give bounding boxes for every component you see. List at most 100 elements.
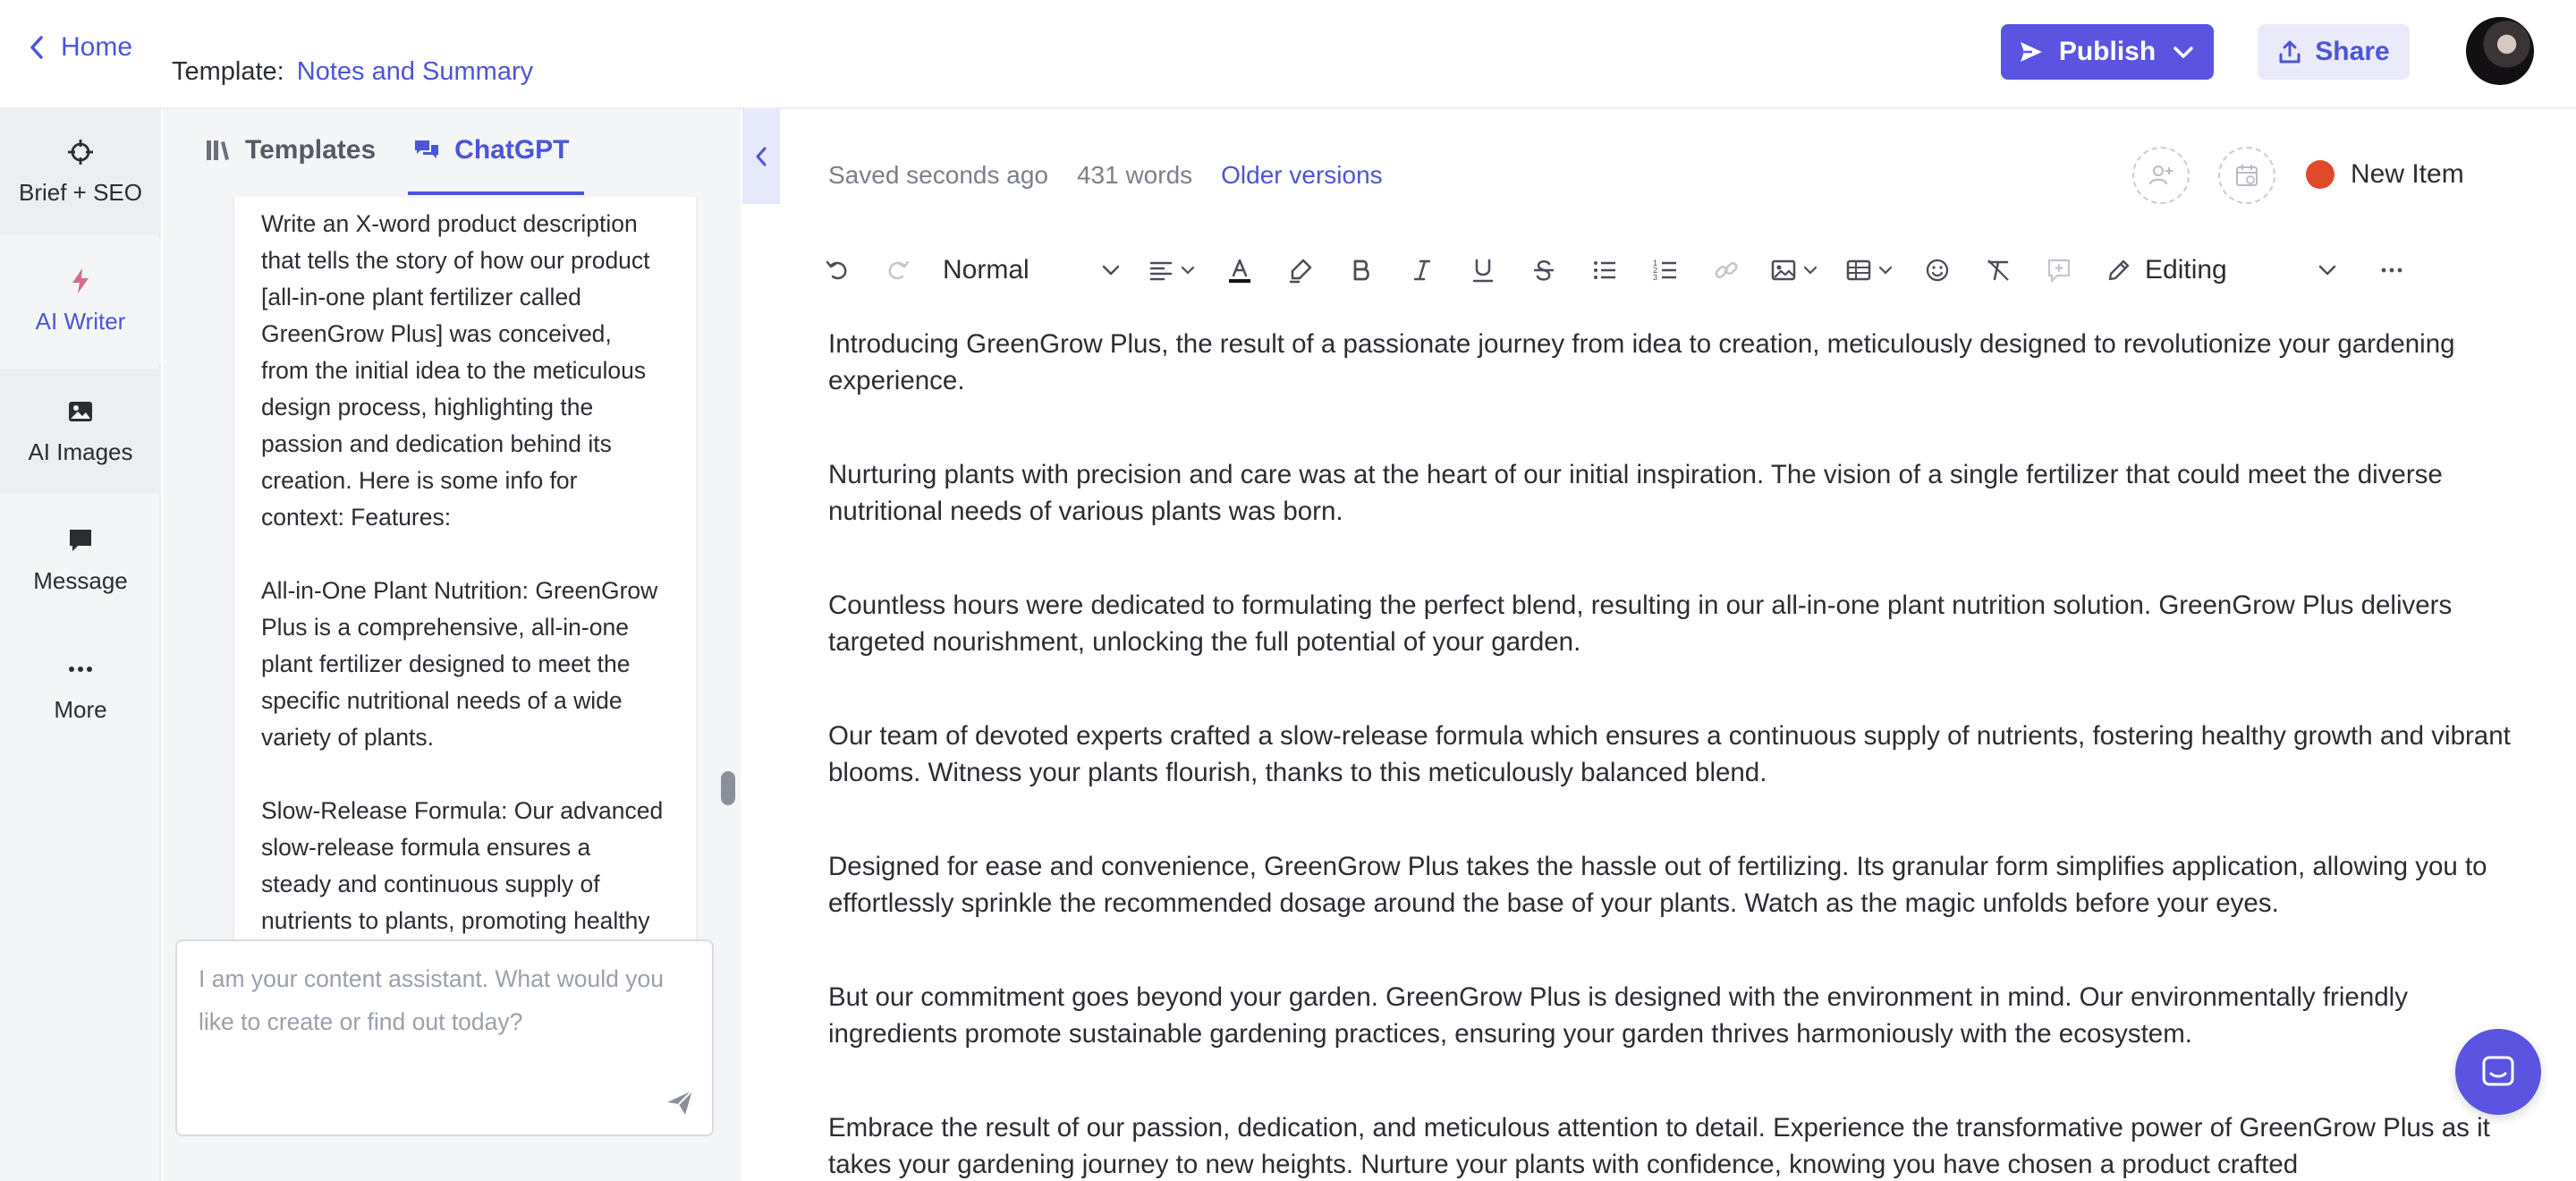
chevron-down-icon bbox=[1803, 266, 1818, 275]
document-body[interactable]: Introducing GreenGrow Plus, the result o… bbox=[828, 326, 2519, 1181]
share-label: Share bbox=[2315, 37, 2390, 66]
italic-button[interactable] bbox=[1392, 245, 1453, 295]
doc-paragraph: Countless hours were dedicated to formul… bbox=[828, 590, 2453, 657]
link-button[interactable] bbox=[1696, 245, 1757, 295]
doc-paragraph: Nurturing plants with precision and care… bbox=[828, 460, 2443, 526]
chevron-down-icon bbox=[1102, 265, 1120, 276]
insert-table-button[interactable] bbox=[1832, 245, 1907, 295]
highlight-button[interactable] bbox=[1270, 245, 1331, 295]
comment-button[interactable] bbox=[2029, 245, 2089, 295]
add-user-icon bbox=[2149, 166, 2173, 185]
new-item-button[interactable]: New Item bbox=[2306, 159, 2464, 190]
smiley-icon bbox=[1926, 259, 1949, 282]
undo-button[interactable] bbox=[807, 245, 868, 295]
home-label: Home bbox=[61, 32, 133, 62]
upload-icon bbox=[2279, 40, 2301, 64]
new-item-label: New Item bbox=[2351, 159, 2464, 189]
rail-item-label: AI Writer bbox=[35, 307, 126, 335]
send-icon[interactable] bbox=[664, 1086, 696, 1118]
align-button[interactable] bbox=[1134, 245, 1209, 295]
doc-paragraph: But our commitment goes beyond your gard… bbox=[828, 982, 2408, 1049]
undo-icon bbox=[826, 260, 847, 280]
underline-icon bbox=[1472, 259, 1494, 283]
redo-button[interactable] bbox=[868, 245, 928, 295]
link-icon bbox=[1715, 261, 1738, 279]
rail-item-label: Brief + SEO bbox=[19, 178, 142, 206]
chat-paragraph: Write an X-word product description that… bbox=[261, 210, 650, 531]
send-icon bbox=[2020, 42, 2042, 62]
chat-scrollbar-thumb[interactable] bbox=[721, 771, 735, 805]
left-rail: Brief + SEO AI Writer AI Images Message … bbox=[0, 109, 161, 1181]
bullet-list-button[interactable] bbox=[1574, 245, 1635, 295]
word-count: 431 words bbox=[1076, 161, 1193, 189]
add-user-button[interactable] bbox=[2132, 147, 2190, 204]
editing-mode-value: Editing bbox=[2145, 255, 2227, 285]
paragraph-style-select[interactable]: Normal bbox=[928, 245, 1134, 295]
bold-button[interactable] bbox=[1331, 245, 1392, 295]
rail-item-label: Message bbox=[33, 566, 128, 594]
rail-item-message[interactable]: Message bbox=[0, 497, 161, 623]
rail-item-ai-writer[interactable]: AI Writer bbox=[0, 238, 161, 363]
support-chat-button[interactable] bbox=[2455, 1029, 2541, 1115]
collapse-panel-button[interactable] bbox=[742, 109, 780, 204]
bullet-list-icon bbox=[1594, 261, 1615, 279]
chevron-down-icon bbox=[1181, 266, 1195, 275]
tab-label: Templates bbox=[245, 135, 377, 165]
insert-image-button[interactable] bbox=[1757, 245, 1832, 295]
comment-add-icon bbox=[2047, 259, 2071, 283]
older-versions-link[interactable]: Older versions bbox=[1221, 161, 1383, 190]
strikethrough-button[interactable] bbox=[1513, 245, 1574, 295]
doc-paragraph: Introducing GreenGrow Plus, the result o… bbox=[828, 329, 2455, 395]
rail-item-more[interactable]: More bbox=[0, 626, 161, 752]
top-bar: Home Template: Notes and Summary Publish… bbox=[0, 0, 2576, 109]
more-options-button[interactable] bbox=[2361, 245, 2422, 295]
highlighter-icon bbox=[1290, 259, 1312, 284]
paragraph-style-value: Normal bbox=[943, 255, 1030, 285]
more-icon bbox=[2381, 268, 2402, 273]
target-icon bbox=[68, 139, 93, 165]
clear-format-icon bbox=[1987, 259, 2009, 281]
template-prefix: Template: bbox=[172, 57, 284, 86]
text-color-button[interactable] bbox=[1209, 245, 1270, 295]
chat-history[interactable]: Write an X-word product description that… bbox=[233, 197, 698, 1041]
numbered-list-icon: 123 bbox=[1653, 259, 1676, 282]
home-link[interactable]: Home bbox=[27, 32, 132, 63]
chat-input-box bbox=[175, 939, 714, 1136]
redo-icon bbox=[888, 260, 910, 280]
rail-item-label: AI Images bbox=[28, 438, 133, 465]
strikethrough-icon bbox=[1534, 260, 1554, 281]
formatting-toolbar: Normal 123 Editing bbox=[807, 243, 2542, 297]
chevron-down-icon bbox=[2174, 47, 2193, 58]
publish-button[interactable]: Publish bbox=[2001, 24, 2214, 80]
chevron-down-icon bbox=[1878, 266, 1893, 275]
clear-format-button[interactable] bbox=[1968, 245, 2029, 295]
share-button[interactable]: Share bbox=[2258, 24, 2410, 80]
chat-paragraph: All-in-One Plant Nutrition: GreenGrow Pl… bbox=[261, 577, 658, 751]
rail-item-label: More bbox=[54, 695, 107, 723]
calendar-icon bbox=[2236, 165, 2258, 186]
message-icon bbox=[70, 529, 91, 551]
italic-icon bbox=[1413, 259, 1431, 281]
rail-item-ai-images[interactable]: AI Images bbox=[0, 369, 161, 494]
template-line: Template: Notes and Summary bbox=[172, 57, 533, 87]
text-color-icon bbox=[1229, 259, 1250, 283]
status-dot-icon bbox=[2306, 160, 2334, 189]
underline-button[interactable] bbox=[1453, 245, 1513, 295]
numbered-list-button[interactable]: 123 bbox=[1635, 245, 1696, 295]
chat-input[interactable] bbox=[199, 957, 691, 1092]
image-icon bbox=[69, 401, 92, 421]
chevron-left-icon bbox=[30, 36, 43, 59]
emoji-button[interactable] bbox=[1907, 245, 1968, 295]
rail-item-brief-seo[interactable]: Brief + SEO bbox=[0, 109, 161, 234]
avatar[interactable] bbox=[2466, 17, 2534, 85]
tab-templates[interactable]: Templates bbox=[199, 109, 390, 195]
chat-message: Write an X-word product description that… bbox=[234, 197, 696, 976]
template-name-link[interactable]: Notes and Summary bbox=[297, 57, 533, 86]
schedule-button[interactable] bbox=[2218, 147, 2275, 204]
publish-label: Publish bbox=[2058, 37, 2157, 66]
library-icon bbox=[207, 140, 229, 160]
lightning-icon bbox=[72, 268, 89, 293]
pencil-icon bbox=[2108, 259, 2130, 281]
tab-chatgpt[interactable]: ChatGPT bbox=[408, 109, 584, 195]
editing-mode-select[interactable]: Editing bbox=[2097, 245, 2347, 295]
